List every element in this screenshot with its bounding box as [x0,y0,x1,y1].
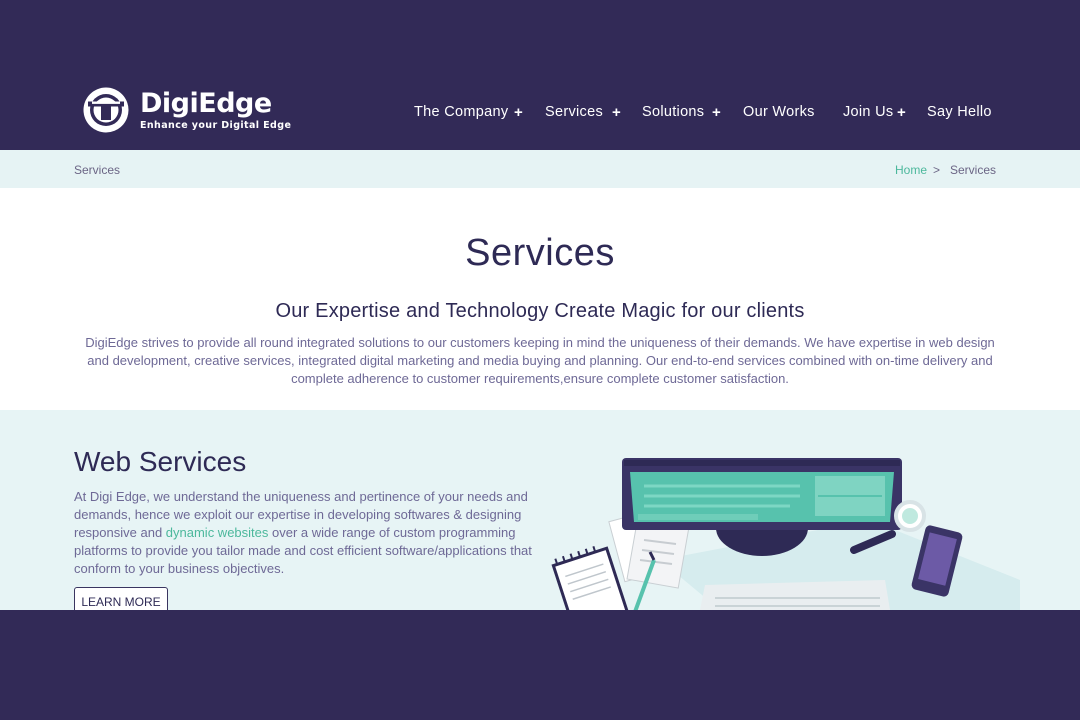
brand-name: DigiEdge [140,88,272,119]
breadcrumb-home-link[interactable]: Home [895,163,927,177]
page-description: DigiEdge strives to provide all round in… [85,335,995,386]
nav-item-label: Say Hello [927,104,992,120]
nav-item-label: Join Us [843,104,894,120]
plus-icon: + [712,104,722,121]
nav-item-the-company[interactable]: The Company + [414,104,523,124]
breadcrumb-separator: > [933,163,941,177]
footer-band [0,610,1080,720]
nav-item-our-works[interactable]: Our Works [743,104,815,124]
breadcrumb-current: Services [950,163,997,177]
plus-icon: + [897,104,907,121]
site-header: DigiEdge Enhance your Digital Edge The C… [0,0,1080,150]
nav-item-label: Services [545,104,603,120]
web-services-section: Web Services At Digi Edge, we understand… [0,410,1080,610]
nav-item-join-us[interactable]: Join Us + [843,104,906,124]
web-services-title: Web Services [74,446,247,477]
nav-item-label: The Company [414,104,509,120]
breadcrumb-page-label: Services [74,163,121,177]
web-services-text: At Digi Edge, we understand the uniquene… [74,488,534,578]
plus-icon: + [514,104,524,121]
brand-logo[interactable]: DigiEdge Enhance your Digital Edge [82,86,302,136]
page-subtitle: Our Expertise and Technology Create Magi… [275,300,805,322]
page-title: Services [465,232,615,274]
plus-icon: + [612,104,622,121]
nav-item-label: Solutions [642,104,705,120]
nav-item-services[interactable]: Services + [545,104,621,124]
learn-more-button[interactable]: LEARN MORE [74,587,168,610]
breadcrumb: Services Home > Services [0,150,1080,188]
nav-item-solutions[interactable]: Solutions + [642,104,721,124]
nav-item-say-hello[interactable]: Say Hello [927,104,992,124]
digiedge-logo-icon [83,87,129,133]
dynamic-websites-link[interactable]: dynamic websites [166,525,269,540]
nav-item-label: Our Works [743,104,815,120]
brand-tagline: Enhance your Digital Edge [140,120,292,131]
intro-section: Services Our Expertise and Technology Cr… [0,188,1080,410]
desk-workspace-illustration [551,458,1020,610]
